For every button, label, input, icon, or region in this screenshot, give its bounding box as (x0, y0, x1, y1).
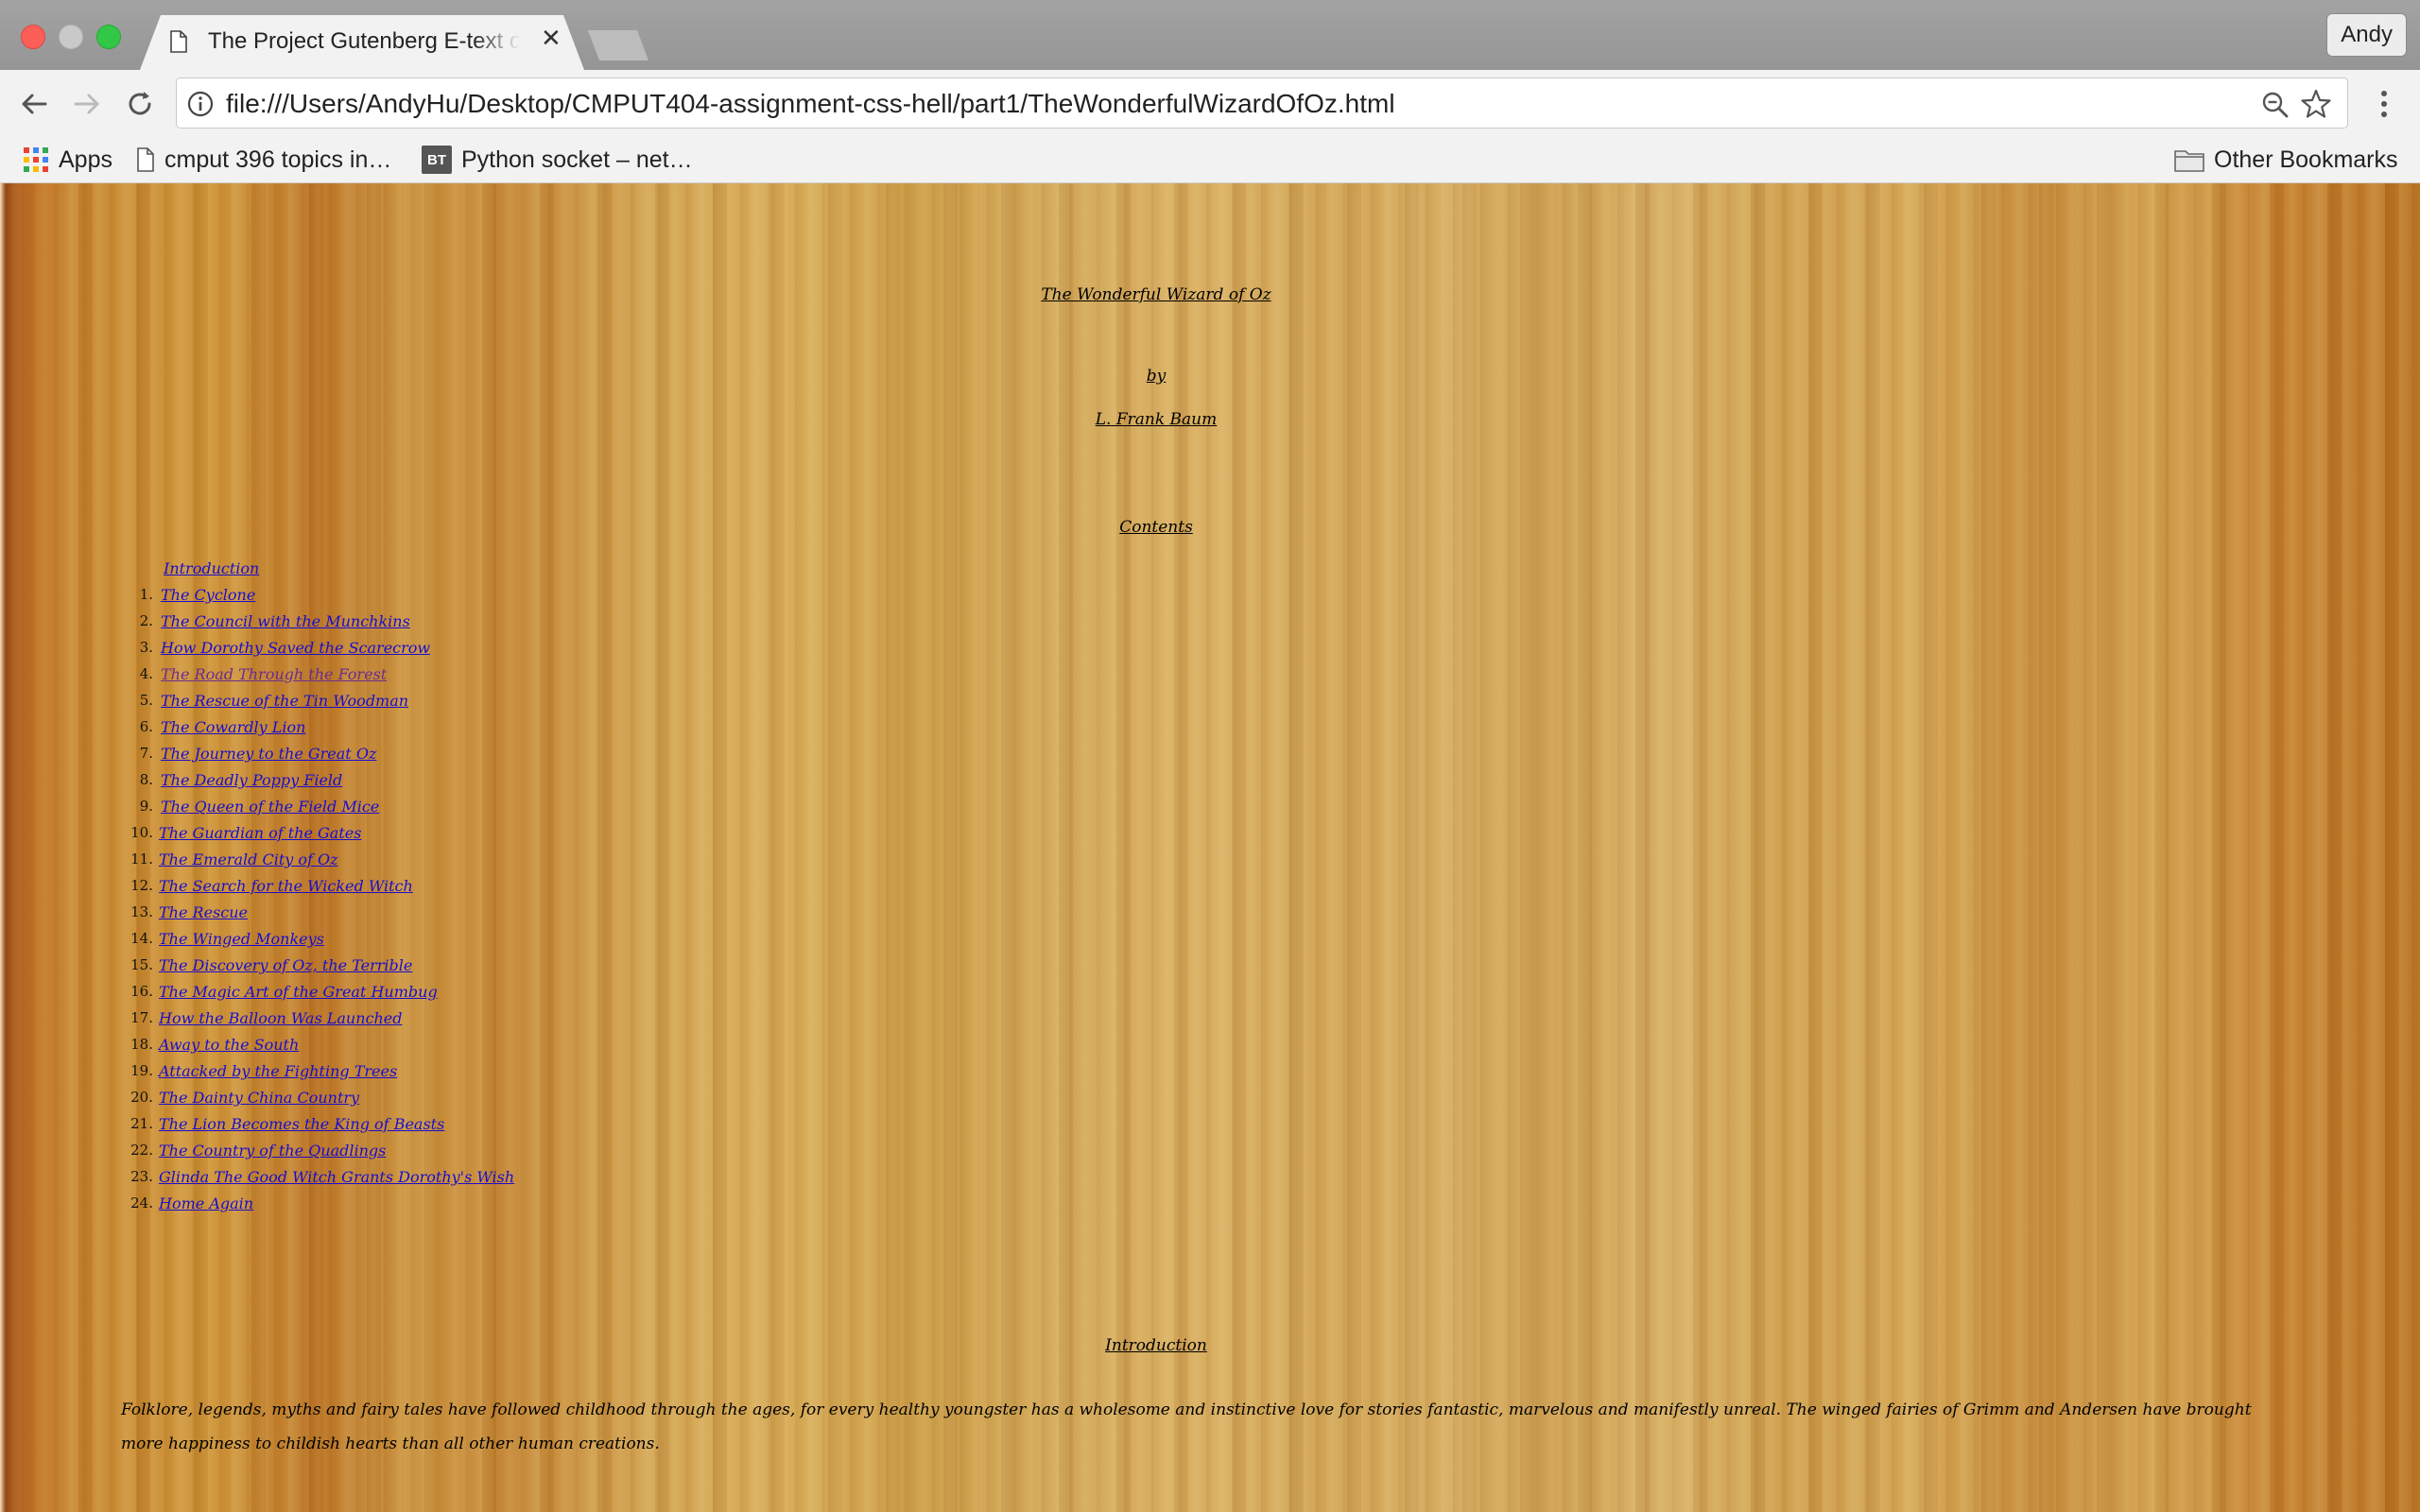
back-button[interactable] (17, 87, 51, 121)
document-icon (170, 30, 187, 53)
toc-chapter-number: 1. (139, 586, 153, 603)
toc-chapter-link[interactable]: The Discovery of Oz, the Terrible (159, 956, 412, 974)
toc-chapter-number: 13. (130, 903, 153, 920)
toc-chapter-number: 10. (130, 824, 153, 841)
toc-chapter-number: 21. (130, 1115, 153, 1132)
bookmark-other[interactable]: Other Bookmarks (2174, 144, 2398, 176)
bookmark-apps-label: Apps (59, 146, 112, 173)
toc-chapter-number: 8. (139, 771, 153, 788)
forward-button[interactable] (70, 87, 104, 121)
bt-favicon: BT (422, 146, 452, 174)
toc-chapter-number: 17. (130, 1009, 153, 1026)
toc-chapter-link[interactable]: The Road Through the Forest (161, 665, 387, 683)
toc-chapter-number: 14. (130, 930, 153, 947)
toc-chapter-number: 19. (130, 1062, 153, 1079)
browser-window: The Project Gutenberg E-text of The Wond… (0, 0, 2420, 1512)
toc-chapter-number: 3. (139, 639, 153, 656)
tab-close-icon[interactable]: ✕ (541, 26, 562, 51)
toc-chapter-link[interactable]: Home Again (159, 1194, 253, 1212)
byline: by (1146, 367, 1167, 386)
author-name: L. Frank Baum (1095, 410, 1218, 429)
toc-chapter-link[interactable]: Glinda The Good Witch Grants Dorothy's W… (159, 1168, 514, 1186)
toc-chapter-number: 9. (139, 798, 153, 815)
toc-chapter-link[interactable]: The Deadly Poppy Field (161, 771, 342, 789)
reload-icon (129, 92, 151, 115)
info-icon[interactable] (186, 90, 215, 118)
toc-chapter-link[interactable]: The Winged Monkeys (159, 930, 324, 948)
bookmark-cmput396-label: cmput 396 topics in… (164, 146, 392, 173)
address-bar[interactable]: file:///Users/AndyHu/Desktop/CMPUT404-as… (176, 77, 2348, 129)
more-menu-icon[interactable] (2375, 87, 2394, 121)
toc-chapter-link[interactable]: The Lion Becomes the King of Beasts (159, 1115, 444, 1133)
toc-chapter-number: 24. (130, 1194, 153, 1211)
toc-chapter-number: 22. (130, 1142, 153, 1159)
page-viewport[interactable]: The Wonderful Wizard of Oz by L. Frank B… (0, 183, 2420, 1512)
toc-chapter-number: 23. (130, 1168, 153, 1185)
toc-chapter-link[interactable]: Attacked by the Fighting Trees (159, 1062, 397, 1080)
toc-chapter-link[interactable]: The Cowardly Lion (161, 718, 305, 736)
tab-title: The Project Gutenberg E-text of The Wond… (208, 28, 520, 54)
page-icon (137, 147, 154, 172)
toc-chapter-number: 18. (130, 1036, 153, 1053)
profile-button[interactable]: Andy (2326, 13, 2407, 57)
toc-chapter-number: 4. (139, 665, 153, 682)
contents-heading: Contents (1119, 518, 1193, 537)
toc-chapter-link[interactable]: Away to the South (159, 1036, 299, 1054)
toc-chapter-link[interactable]: The Guardian of the Gates (159, 824, 361, 842)
bookmark-python-socket-label: Python socket – net… (461, 146, 693, 173)
toc-chapter-link[interactable]: The Emerald City of Oz (159, 850, 338, 868)
toc-chapter-link[interactable]: The Magic Art of the Great Humbug (159, 983, 438, 1001)
window-maximize-button[interactable] (96, 25, 121, 49)
reload-button[interactable] (123, 87, 157, 121)
toc-chapter-number: 12. (130, 877, 153, 894)
toc-chapter-link[interactable]: The Cyclone (161, 586, 255, 604)
toc-chapter-link[interactable]: The Queen of the Field Mice (161, 798, 379, 816)
bookmark-apps[interactable]: Apps (23, 144, 112, 176)
toc-chapter-number: 7. (139, 745, 153, 762)
toc-intro-link[interactable]: Introduction (164, 559, 259, 577)
apps-grid-icon (24, 147, 48, 172)
toc-chapter-link[interactable]: The Journey to the Great Oz (161, 745, 376, 763)
bookmark-other-label: Other Bookmarks (2214, 146, 2398, 173)
toc-chapter-link[interactable]: How Dorothy Saved the Scarecrow (161, 639, 430, 657)
forward-arrow-icon (74, 94, 99, 114)
toc-chapter-link[interactable]: The Rescue of the Tin Woodman (161, 692, 408, 710)
window-close-button[interactable] (21, 25, 45, 49)
bookmark-star-icon[interactable] (2300, 88, 2332, 120)
toc-chapter-link[interactable]: The Council with the Munchkins (161, 612, 410, 630)
toc-chapter-number: 16. (130, 983, 153, 1000)
window-minimize-button[interactable] (59, 25, 83, 49)
zoom-icon[interactable] (2260, 90, 2290, 120)
toc-chapter-link[interactable]: The Rescue (159, 903, 248, 921)
toc-chapter-link[interactable]: The Dainty China Country (159, 1089, 359, 1107)
intro-paragraph: Folklore, legends, myths and fairy tales… (121, 1400, 2252, 1453)
intro-heading: Introduction (1105, 1336, 1207, 1355)
toc-chapter-number: 15. (130, 956, 153, 973)
toc-chapter-number: 11. (130, 850, 153, 868)
toc-chapter-link[interactable]: The Search for the Wicked Witch (159, 877, 413, 895)
bookmarks-bar: Apps cmput 396 topics in… BT Python sock… (0, 138, 2420, 183)
toc-chapter-number: 20. (130, 1089, 153, 1106)
toc-chapter-number: 2. (139, 612, 153, 629)
url-text[interactable]: file:///Users/AndyHu/Desktop/CMPUT404-as… (226, 89, 1395, 119)
toc-chapter-number: 6. (139, 718, 153, 735)
folder-icon (2174, 150, 2204, 172)
bookmark-python-socket[interactable]: BT Python socket – net… (422, 144, 693, 176)
bookmark-cmput396[interactable]: cmput 396 topics in… (136, 144, 391, 176)
toc-chapter-link[interactable]: The Country of the Quadlings (159, 1142, 386, 1160)
back-arrow-icon (22, 94, 47, 114)
toc-chapter-number: 5. (139, 692, 153, 709)
toc-chapter-link[interactable]: How the Balloon Was Launched (159, 1009, 402, 1027)
page-title: The Wonderful Wizard of Oz (1041, 285, 1271, 304)
